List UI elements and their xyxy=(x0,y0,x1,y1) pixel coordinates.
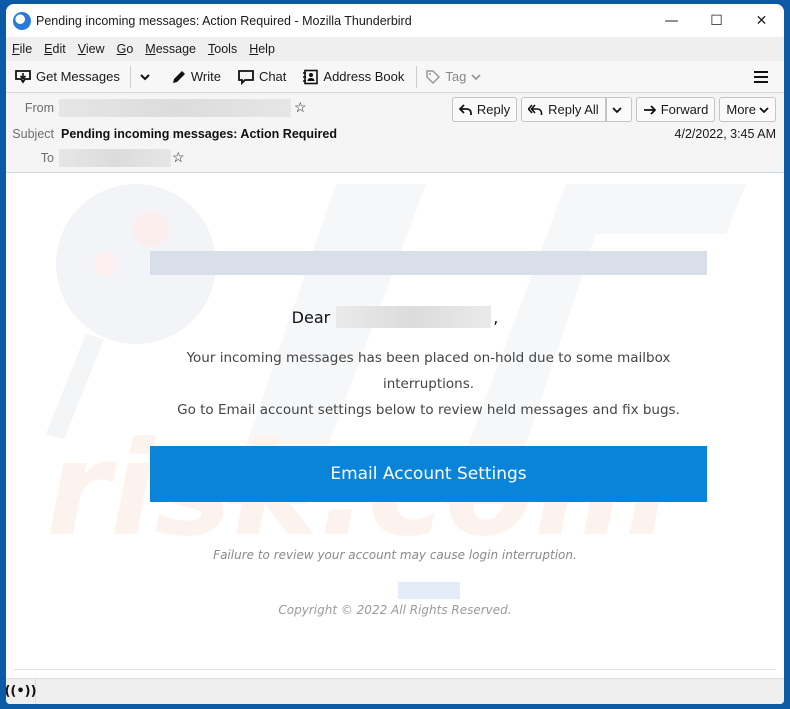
menu-accel: F xyxy=(12,42,20,56)
chevron-down-icon xyxy=(471,73,481,80)
pencil-icon xyxy=(172,70,185,83)
thunderbird-window: Pending incoming messages: Action Requir… xyxy=(6,4,784,704)
star-icon[interactable]: ☆ xyxy=(172,149,185,166)
menu-view[interactable]: View xyxy=(78,42,105,56)
menu-file[interactable]: File xyxy=(12,42,32,56)
to-label: To xyxy=(40,151,54,165)
menu-bar: File Edit View Go Message Tools Help xyxy=(6,37,784,61)
menu-label: elp xyxy=(258,42,275,56)
address-book-icon xyxy=(303,69,319,84)
from-label: From xyxy=(24,101,54,115)
get-messages-button[interactable]: Get Messages xyxy=(14,69,120,85)
reply-label: Reply xyxy=(476,102,511,117)
warning-text: Failure to review your account may cause… xyxy=(213,548,577,562)
chevron-down-icon xyxy=(140,73,150,80)
tag-button[interactable]: Tag xyxy=(425,69,486,85)
header-banner-image xyxy=(150,251,707,275)
recipient-name-redacted xyxy=(336,306,492,328)
reply-icon xyxy=(458,103,472,115)
reply-all-dropdown[interactable] xyxy=(605,97,632,122)
menu-accel: G xyxy=(116,42,127,56)
write-button[interactable]: Write xyxy=(171,69,221,85)
chat-label: Chat xyxy=(258,69,287,84)
hamburger-menu-icon xyxy=(754,71,768,83)
forward-arrow-icon xyxy=(643,104,656,115)
to-address-redacted[interactable] xyxy=(59,149,171,167)
message-date: 4/2/2022, 3:45 AM xyxy=(674,127,776,141)
subject-text: Pending incoming messages: Action Requir… xyxy=(61,127,337,141)
online-status-icon[interactable]: ((•)) xyxy=(6,678,37,704)
message-body: risk.com Dear , Your incoming messages h… xyxy=(6,174,784,669)
status-bar: ((•)) xyxy=(6,678,784,704)
body-paragraph-2: Go to Email account settings below to re… xyxy=(177,402,680,418)
reply-all-split: Reply All xyxy=(517,97,632,122)
menu-edit[interactable]: Edit xyxy=(44,42,66,56)
address-book-button[interactable]: Address Book xyxy=(302,69,404,85)
reply-all-icon xyxy=(528,103,543,115)
menu-accel: E xyxy=(44,42,53,56)
menu-accel: M xyxy=(145,42,156,56)
greeting-comma: , xyxy=(493,307,499,327)
chevron-down-icon xyxy=(759,106,769,113)
toolbar-separator xyxy=(416,65,418,88)
address-book-label: Address Book xyxy=(323,69,405,84)
menu-message[interactable]: Message xyxy=(145,42,196,56)
copyright-text: Copyright © 2022 All Rights Reserved. xyxy=(278,603,512,617)
menu-accel: V xyxy=(77,42,86,56)
menu-label: ools xyxy=(214,42,238,56)
title-bar: Pending incoming messages: Action Requir… xyxy=(6,4,784,37)
from-address-redacted[interactable] xyxy=(59,99,291,117)
tag-icon xyxy=(426,69,441,84)
close-button[interactable]: ✕ xyxy=(739,4,784,37)
write-label: Write xyxy=(190,69,221,84)
menu-label: dit xyxy=(52,42,66,56)
reply-all-label: Reply All xyxy=(548,102,599,117)
toolbar-separator xyxy=(129,65,131,88)
forward-button[interactable]: Forward xyxy=(635,97,716,122)
subject-label: Subject xyxy=(12,127,54,141)
more-label: More xyxy=(726,102,756,117)
menu-label: ile xyxy=(19,42,33,56)
more-button[interactable]: More xyxy=(719,97,776,122)
chat-button[interactable]: Chat xyxy=(237,69,286,85)
forward-label: Forward xyxy=(660,102,709,117)
reply-button[interactable]: Reply xyxy=(451,97,518,122)
footer-logo-image xyxy=(398,582,460,599)
menu-label: iew xyxy=(85,42,105,56)
chat-icon xyxy=(238,69,254,85)
reply-all-button[interactable]: Reply All xyxy=(521,97,606,122)
greeting: Dear , xyxy=(6,306,784,328)
message-header: From ☆ Subject Pending incoming messages… xyxy=(6,93,784,173)
window-controls: — ☐ ✕ xyxy=(649,4,784,37)
window-title: Pending incoming messages: Action Requir… xyxy=(36,13,412,28)
maximize-button[interactable]: ☐ xyxy=(694,4,739,37)
get-messages-dropdown[interactable] xyxy=(139,72,155,82)
tag-label: Tag xyxy=(445,69,467,84)
get-messages-icon xyxy=(15,69,31,84)
greeting-text: Dear xyxy=(291,307,331,327)
menu-label: o xyxy=(126,42,134,56)
menu-accel: H xyxy=(249,42,259,56)
body-divider xyxy=(14,669,776,670)
app-menu-button[interactable] xyxy=(754,69,768,88)
menu-help[interactable]: Help xyxy=(249,42,275,56)
menu-tools[interactable]: Tools xyxy=(208,42,237,56)
body-paragraph-1: Your incoming messages has been placed o… xyxy=(186,350,671,392)
minimize-button[interactable]: — xyxy=(649,4,694,37)
chevron-down-icon xyxy=(612,106,622,113)
email-account-settings-button[interactable]: Email Account Settings xyxy=(150,446,707,502)
main-toolbar: Get Messages Write Chat Address Book Tag xyxy=(6,61,784,93)
thunderbird-logo-icon xyxy=(13,11,31,30)
menu-go[interactable]: Go xyxy=(117,42,134,56)
header-actions: Reply Reply All Forward More xyxy=(448,97,776,122)
get-messages-label: Get Messages xyxy=(36,69,120,84)
star-icon[interactable]: ☆ xyxy=(294,99,307,116)
menu-label: essage xyxy=(155,42,197,56)
